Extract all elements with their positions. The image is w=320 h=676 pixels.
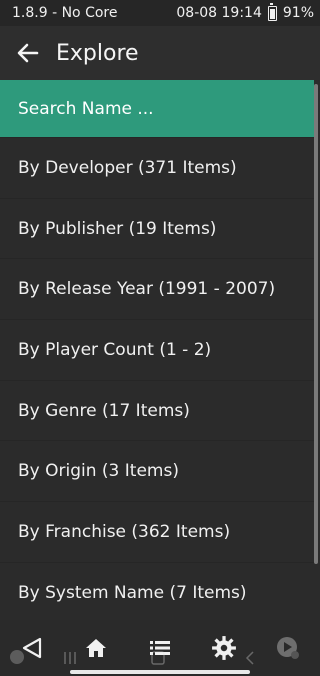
status-battery-percent: 91% bbox=[282, 5, 314, 21]
back-arrow-icon[interactable] bbox=[16, 41, 40, 65]
status-right: 08-08 19:14 91% bbox=[176, 2, 314, 21]
status-version: 1.8.9 - No Core bbox=[12, 5, 118, 21]
status-time: 08-08 19:14 bbox=[176, 5, 262, 21]
list-item-publisher[interactable]: By Publisher (19 Items) bbox=[0, 199, 314, 260]
list-item-system-name[interactable]: By System Name (7 Items) bbox=[0, 563, 314, 620]
home-gesture-bar[interactable] bbox=[70, 670, 250, 674]
home-icon[interactable] bbox=[72, 624, 120, 672]
list-item-player-count[interactable]: By Player Count (1 - 2) bbox=[0, 320, 314, 381]
system-back-chevron-icon bbox=[244, 650, 256, 669]
list-item-release-year[interactable]: By Release Year (1991 - 2007) bbox=[0, 259, 314, 321]
status-bar: 1.8.9 - No Core 08-08 19:14 91% bbox=[0, 0, 320, 26]
game-controller-icon bbox=[8, 648, 26, 670]
app-bar: Explore bbox=[0, 26, 320, 80]
page-title: Explore bbox=[56, 40, 139, 66]
play-icon[interactable] bbox=[264, 624, 312, 672]
system-home-square-icon bbox=[150, 650, 166, 669]
system-recents-icon bbox=[62, 650, 78, 669]
list-item-origin[interactable]: By Origin (3 Items) bbox=[0, 441, 314, 503]
list-item-developer[interactable]: By Developer (371 Items) bbox=[0, 138, 314, 199]
battery-icon bbox=[267, 2, 277, 21]
list-item-franchise[interactable]: By Franchise (362 Items) bbox=[0, 502, 314, 563]
list-item-genre[interactable]: By Genre (17 Items) bbox=[0, 381, 314, 442]
explore-list: Search Name ... By Developer (371 Items)… bbox=[0, 80, 314, 620]
gear-icon[interactable] bbox=[200, 624, 248, 672]
scrollbar[interactable] bbox=[314, 84, 318, 564]
search-name-item[interactable]: Search Name ... bbox=[0, 80, 314, 138]
